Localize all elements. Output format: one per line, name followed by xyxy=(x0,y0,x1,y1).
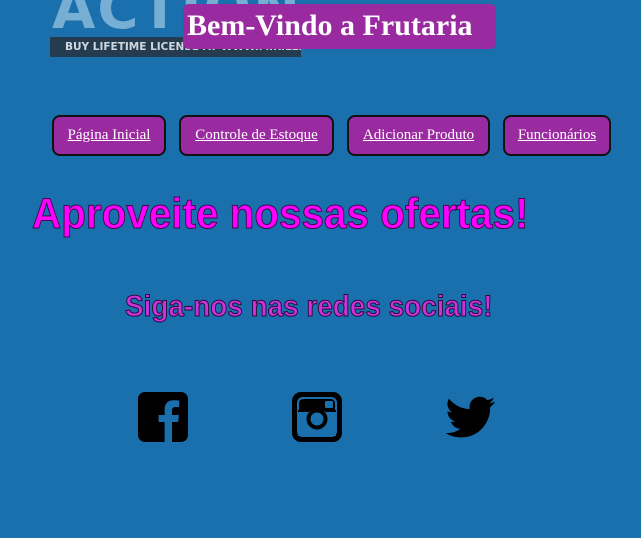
page-title: Bem-Vindo a Frutaria xyxy=(187,9,473,42)
facebook-icon[interactable] xyxy=(138,392,188,442)
instagram-icon[interactable] xyxy=(292,392,342,442)
nav-controle-estoque-button[interactable]: Controle de Estoque xyxy=(179,115,334,156)
nav-adicionar-produto-button[interactable]: Adicionar Produto xyxy=(347,115,490,156)
offers-heading: Aproveite nossas ofertas! xyxy=(32,190,529,239)
nav-funcionarios-button[interactable]: Funcionários xyxy=(503,115,611,156)
nav-pagina-inicial-button[interactable]: Página Inicial xyxy=(52,115,166,156)
social-heading: Siga-nos nas redes sociais! xyxy=(125,290,493,324)
twitter-icon[interactable] xyxy=(446,392,496,442)
